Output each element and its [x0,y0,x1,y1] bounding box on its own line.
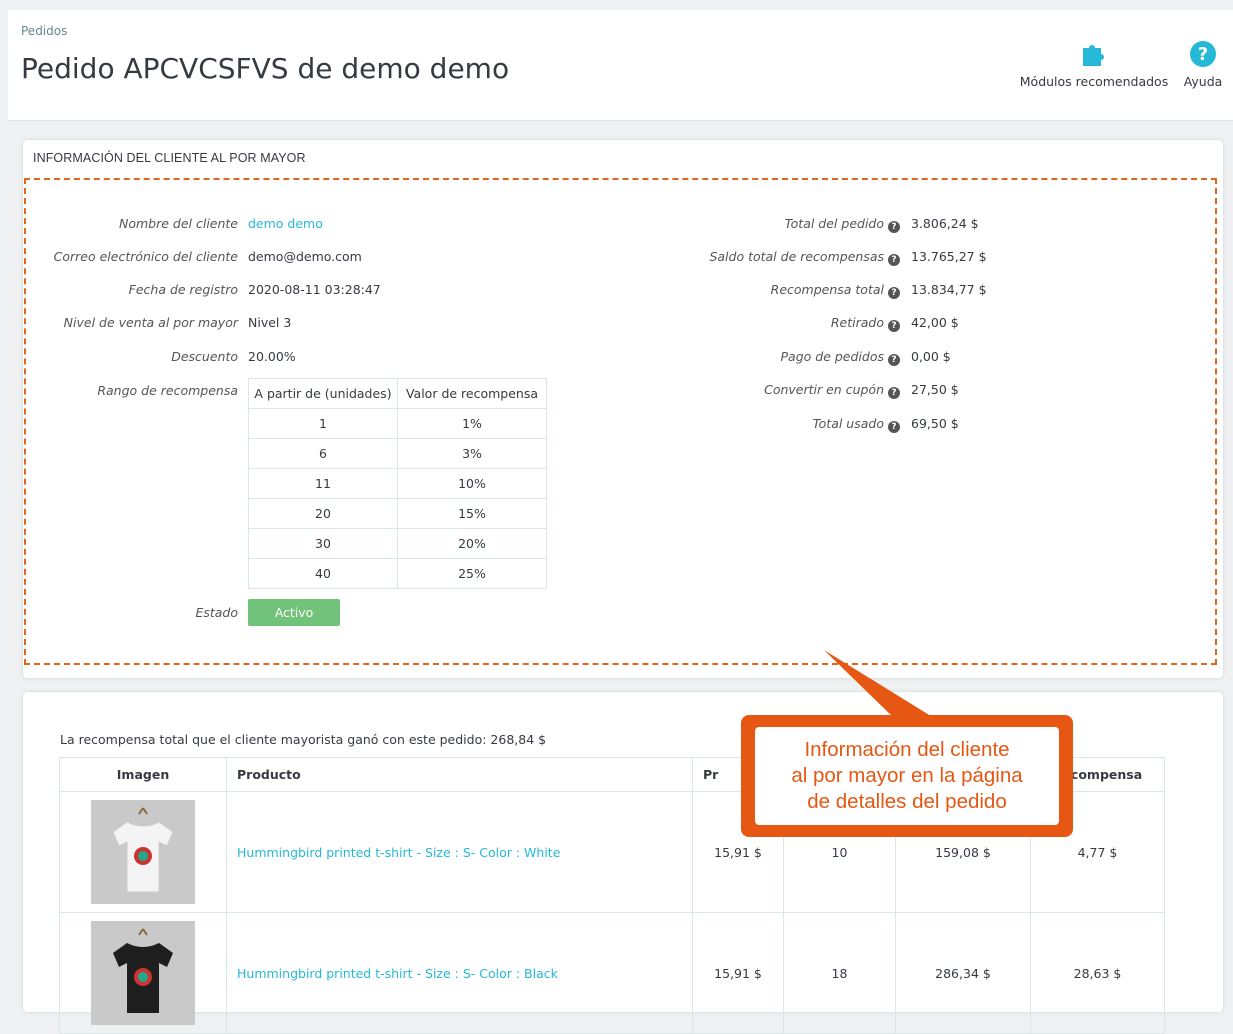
reward-range-table: A partir de (unidades) Valor de recompen… [248,378,547,589]
label: Fecha de registro [128,282,238,297]
product-name-cell: Hummingbird printed t-shirt - Size : S- … [226,791,693,913]
value: 42,00 $ [911,315,959,330]
question-icon[interactable]: ? [888,287,900,299]
col-header-product: Producto [226,757,693,792]
table-row: 1 1% [248,408,547,439]
range-cell: 25% [397,558,547,589]
quantity-cell: 18 [783,912,896,1034]
question-icon[interactable]: ? [888,254,900,266]
label: Recompensa total? [640,282,900,299]
label: Estado [195,605,238,620]
label-text: Total del pedido [784,216,884,231]
range-cell: 1 [248,408,398,439]
range-header-from: A partir de (unidades) [248,378,398,409]
table-row: 11 10% [248,468,547,499]
label: Saldo total de recompensas? [640,249,900,266]
callout-line: al por mayor en la página [791,764,1023,787]
product-link[interactable]: Hummingbird printed t-shirt - Size : S- … [237,966,558,981]
question-icon[interactable]: ? [888,320,900,332]
range-cell: 10% [397,468,547,499]
table-row: 30 20% [248,528,547,559]
table-row: 6 3% [248,438,547,469]
callout-pointer [824,650,934,718]
help-button[interactable]: ? Ayuda [1178,40,1228,89]
range-cell: 15% [397,498,547,529]
label: Total del pedido? [640,216,900,233]
callout-line: Información del cliente [804,738,1010,761]
help-label: Ayuda [1183,74,1223,89]
value: 27,50 $ [911,382,959,397]
label: Retirado? [640,315,900,332]
value: demo@demo.com [248,249,362,264]
help-icon: ? [1190,41,1216,67]
product-thumbnail[interactable] [91,921,195,1025]
callout-box: Información del cliente al por mayor en … [741,715,1073,837]
label: Total usado? [640,416,900,433]
question-icon[interactable]: ? [888,354,900,366]
label-text: Total usado [812,416,884,431]
label-text: Saldo total de recompensas [709,249,884,264]
label-text: Retirado [830,315,884,330]
question-icon[interactable]: ? [888,421,900,433]
tshirt-white-icon [112,807,174,893]
reward-cell: 28,63 $ [1030,912,1165,1034]
range-cell: 20 [248,498,398,529]
range-cell: 11 [248,468,398,499]
callout-line: de detalles del pedido [807,790,1007,813]
label-text: Pago de pedidos [780,349,884,364]
label: Nombre del cliente [118,216,238,231]
value: 69,50 $ [911,416,959,431]
question-icon[interactable]: ? [888,387,900,399]
question-icon[interactable]: ? [888,221,900,233]
value: 13.765,27 $ [911,249,987,264]
value: 20.00% [248,349,296,364]
breadcrumb[interactable]: Pedidos [21,24,67,38]
table-row: 40 25% [248,558,547,589]
range-cell: 1% [397,408,547,439]
label-text: Recompensa total [770,282,884,297]
label: Convertir en cupón? [640,382,900,399]
product-link[interactable]: Hummingbird printed t-shirt - Size : S- … [237,845,560,860]
col-header-image: Imagen [59,757,227,792]
range-cell: 30 [248,528,398,559]
page-title: Pedido APCVCSFVS de demo demo [21,52,510,85]
product-image-cell [59,791,227,913]
label: Pago de pedidos? [640,349,900,366]
value: 0,00 $ [911,349,951,364]
label: Descuento [171,349,238,364]
product-thumbnail[interactable] [91,800,195,904]
value: 13.834,77 $ [911,282,987,297]
value: Nivel 3 [248,315,292,330]
svg-text:?: ? [1198,44,1208,65]
order-reward-text: La recompensa total que el cliente mayor… [60,732,547,747]
range-cell: 6 [248,438,398,469]
price-cell: 15,91 $ [692,912,784,1034]
customer-name-link[interactable]: demo demo [248,216,323,231]
value: 3.806,24 $ [911,216,979,231]
range-header-value: Valor de recompensa [397,378,547,409]
tshirt-black-icon [113,928,173,1013]
recommended-modules-label: Módulos recomendados [1019,74,1169,89]
label: Correo electrónico del cliente [53,249,238,264]
range-cell: 3% [397,438,547,469]
product-image-cell [59,912,227,1034]
range-cell: 40 [248,558,398,589]
range-cell: 20% [397,528,547,559]
status-badge[interactable]: Activo [248,599,340,626]
label: Nivel de venta al por mayor [63,315,238,330]
product-name-cell: Hummingbird printed t-shirt - Size : S- … [226,912,693,1034]
panel-heading: INFORMACIÓN DEL CLIENTE AL POR MAYOR [33,151,306,165]
label: Rango de recompensa [97,383,238,398]
value: 2020-08-11 03:28:47 [248,282,381,297]
page-header: Pedidos Pedido APCVCSFVS de demo demo Mó… [8,10,1233,121]
label-text: Convertir en cupón [764,382,884,397]
table-row: 20 15% [248,498,547,529]
total-cell: 286,34 $ [895,912,1031,1034]
callout-text: Información del cliente al por mayor en … [755,727,1059,825]
table-row: Hummingbird printed t-shirt - Size : S- … [59,912,1165,1034]
recommended-modules-button[interactable]: Módulos recomendados [1019,40,1169,89]
puzzle-icon [1083,45,1104,66]
